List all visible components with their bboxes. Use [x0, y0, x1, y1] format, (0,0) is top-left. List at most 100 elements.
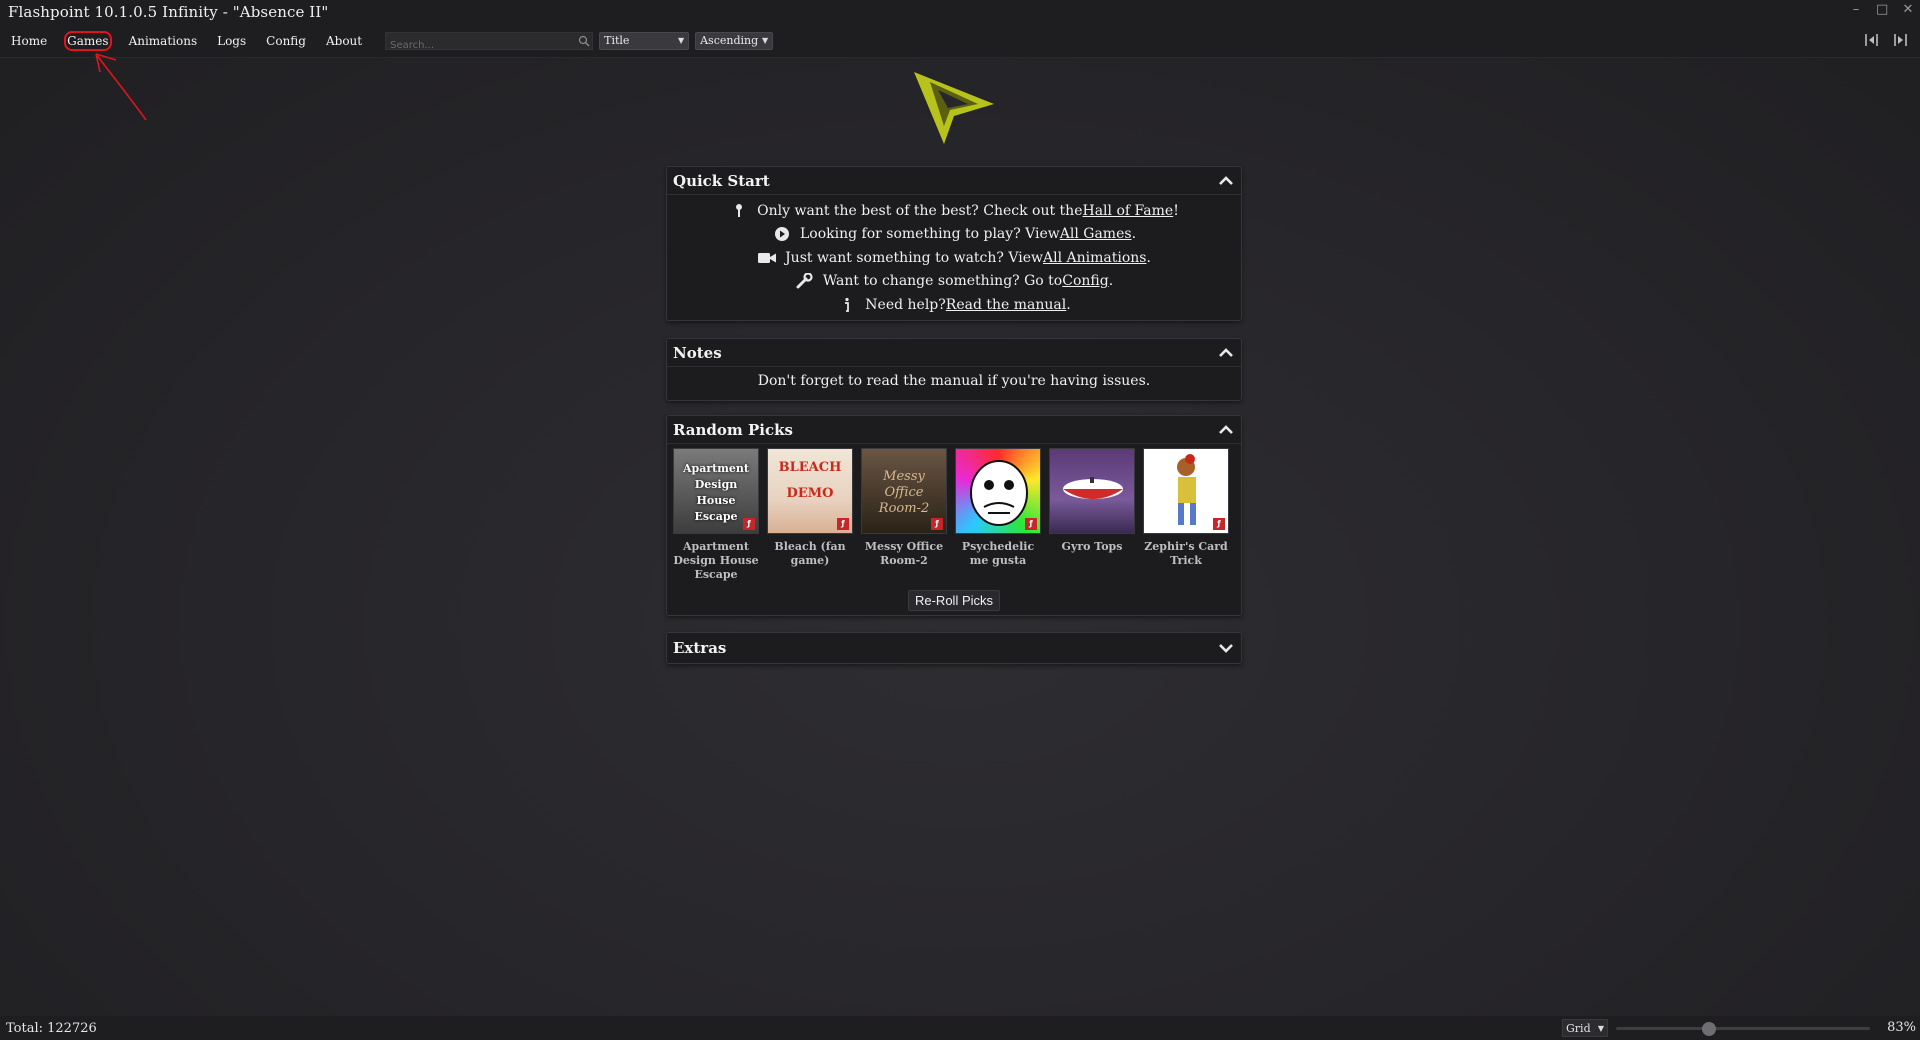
status-bar: Total: 122726 Grid ▼ 83% — [0, 1016, 1920, 1040]
quick-start-text-end: ! — [1173, 202, 1179, 219]
game-title: Gyro Tops — [1061, 540, 1123, 553]
random-picks-panel: Random Picks Apartment Design House Esca… — [666, 415, 1242, 616]
quick-start-text: Looking for something to play? View — [799, 226, 1060, 243]
reroll-picks-button[interactable]: Re-Roll Picks — [907, 590, 1000, 611]
game-thumbnail — [1049, 448, 1135, 534]
sort-direction-select[interactable]: Ascending ▼ — [695, 31, 774, 50]
quick-start-item: Need help? Read the manual. — [837, 293, 1071, 317]
flash-badge-icon: ƒ — [1213, 518, 1225, 530]
game-card[interactable]: Messy Office Room-2 ƒ Messy Office Room-… — [861, 448, 947, 582]
chevron-down-icon: ▼ — [761, 36, 769, 45]
game-thumbnail: ƒ — [955, 448, 1041, 534]
game-thumbnail: ƒ — [1143, 448, 1229, 534]
maximize-icon[interactable]: □ — [1876, 2, 1888, 17]
quick-start-text: Want to change something? Go to — [822, 273, 1063, 290]
nav-home[interactable]: Home — [8, 31, 50, 51]
flash-badge-icon: ƒ — [931, 518, 943, 530]
game-title: Bleach (fan game) — [774, 540, 846, 567]
zoom-slider[interactable] — [1616, 1022, 1870, 1036]
quick-start-panel: Quick Start Only want the best of the be… — [666, 166, 1242, 321]
game-title: Zephir's Card Trick — [1144, 540, 1228, 567]
nav-games[interactable]: Games — [64, 30, 112, 51]
extras-header[interactable]: Extras — [667, 633, 1241, 663]
quick-start-header[interactable]: Quick Start — [667, 167, 1241, 195]
wrench-icon — [796, 273, 813, 289]
thumbnail-text: Apartment Design House Escape — [683, 462, 749, 523]
quick-start-text-end: . — [1146, 249, 1151, 266]
game-card[interactable]: Gyro Tops — [1049, 448, 1135, 582]
quick-start-text-end: . — [1108, 273, 1114, 290]
search-icon[interactable] — [578, 35, 590, 47]
all-animations-link[interactable]: All Animations — [1043, 250, 1146, 266]
window-title: Flashpoint 10.1.0.5 Infinity - "Absence … — [8, 3, 329, 21]
quick-start-item: Only want the best of the best? Check ou… — [729, 199, 1179, 223]
manual-link[interactable]: Read the manual — [946, 297, 1066, 313]
all-games-link[interactable]: All Games — [1060, 226, 1132, 242]
panel-title: Extras — [673, 639, 727, 657]
quick-start-text: Just want something to watch? View — [785, 249, 1043, 266]
zoom-level: 83% — [1887, 1020, 1916, 1035]
quick-start-text-end: . — [1131, 226, 1137, 243]
title-bar: Flashpoint 10.1.0.5 Infinity - "Absence … — [0, 0, 1920, 24]
sidebar-toggles — [1864, 32, 1908, 48]
notes-text: Don't forget to read the manual if you'r… — [757, 373, 1151, 389]
quick-start-item: Just want something to watch? View All A… — [757, 246, 1151, 270]
config-link[interactable]: Config — [1062, 273, 1108, 289]
notes-header[interactable]: Notes — [667, 339, 1241, 367]
nav-about[interactable]: About — [323, 31, 365, 51]
game-thumbnail: Messy Office Room-2 ƒ — [861, 448, 947, 534]
layout-select[interactable]: Grid ▼ — [1562, 1019, 1608, 1037]
hall-of-fame-link[interactable]: Hall of Fame — [1083, 203, 1174, 219]
flash-badge-icon: ƒ — [837, 518, 849, 530]
nav-animations[interactable]: Animations — [126, 31, 201, 51]
game-thumbnail: Apartment Design House Escape ƒ — [673, 448, 759, 534]
right-sidebar-toggle-icon[interactable] — [1892, 32, 1908, 48]
annotation-arrow-icon — [95, 53, 147, 121]
game-title: Apartment Design House Escape — [673, 540, 759, 581]
info-icon — [845, 297, 850, 312]
game-card[interactable]: ƒ Psychedelic me gusta — [955, 448, 1041, 582]
quick-start-text: Only want the best of the best? Check ou… — [757, 202, 1083, 219]
thumbnail-text: BLEACH DEMO — [778, 460, 842, 501]
game-title: Messy Office Room-2 — [864, 540, 944, 567]
slider-thumb[interactable] — [1702, 1022, 1716, 1036]
quick-start-item: Looking for something to play? View All … — [772, 223, 1136, 247]
thumbnail-text: Messy Office Room-2 — [878, 469, 930, 516]
trophy-icon — [736, 203, 743, 217]
chevron-up-icon[interactable] — [1217, 344, 1235, 362]
random-picks-header[interactable]: Random Picks — [667, 416, 1241, 444]
search-box — [385, 31, 594, 53]
panel-title: Random Picks — [673, 420, 793, 439]
game-card[interactable]: Apartment Design House Escape ƒ Apartmen… — [673, 448, 759, 582]
chevron-down-icon: ▼ — [1597, 1023, 1604, 1033]
left-sidebar-toggle-icon[interactable] — [1864, 32, 1880, 48]
panel-title: Notes — [673, 343, 722, 362]
nav-logs[interactable]: Logs — [214, 31, 249, 51]
notes-panel: Notes Don't forget to read the manual if… — [666, 338, 1242, 401]
spinning-top-icon — [1063, 477, 1123, 499]
close-icon[interactable]: ✕ — [1902, 2, 1914, 17]
minimize-icon[interactable]: – — [1850, 2, 1862, 17]
chevron-down-icon: ▼ — [677, 36, 685, 45]
extras-panel: Extras — [666, 632, 1242, 664]
chevron-up-icon[interactable] — [1217, 172, 1235, 190]
quick-start-item: Want to change something? Go to Config. — [795, 270, 1113, 294]
header: Home Games Animations Logs Config About … — [0, 24, 1920, 58]
sort-field-select[interactable]: Title ▼ — [599, 31, 690, 50]
chevron-down-icon[interactable] — [1217, 639, 1235, 657]
flashpoint-logo-icon — [914, 72, 994, 144]
total-count: Total: 122726 — [6, 1020, 97, 1036]
quick-start-text-end: . — [1066, 296, 1071, 313]
search-input[interactable] — [386, 37, 593, 53]
sort-field-value: Title — [604, 34, 630, 47]
random-picks-grid: Apartment Design House Escape ƒ Apartmen… — [667, 444, 1241, 582]
game-thumbnail: BLEACH DEMO ƒ — [767, 448, 853, 534]
flash-badge-icon: ƒ — [743, 518, 755, 530]
sort-direction-value: Ascending — [700, 34, 759, 47]
game-card[interactable]: BLEACH DEMO ƒ Bleach (fan game) — [767, 448, 853, 582]
game-title: Psychedelic me gusta — [961, 540, 1035, 567]
game-card[interactable]: ƒ Zephir's Card Trick — [1143, 448, 1229, 582]
chevron-up-icon[interactable] — [1217, 421, 1235, 439]
quick-start-list: Only want the best of the best? Check ou… — [667, 195, 1241, 321]
nav-config[interactable]: Config — [263, 31, 309, 51]
